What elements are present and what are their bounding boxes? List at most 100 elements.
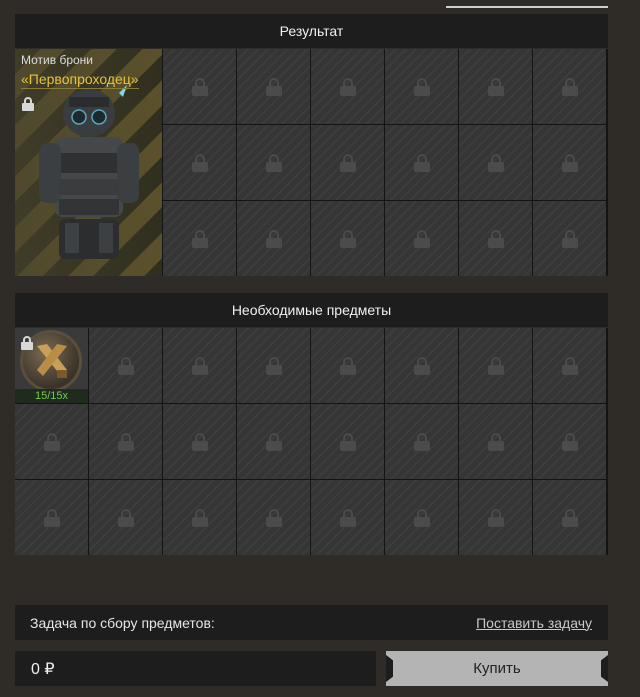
locked-slot — [163, 328, 236, 403]
locked-slot — [237, 125, 310, 200]
set-task-link[interactable]: Поставить задачу — [476, 615, 592, 631]
lock-icon — [413, 432, 430, 451]
active-tab-indicator — [446, 6, 608, 8]
locked-slot — [311, 328, 384, 403]
lock-icon — [43, 432, 60, 451]
lock-icon — [191, 508, 208, 527]
locked-slot — [163, 49, 236, 124]
price-value: 0 ₽ — [31, 660, 55, 678]
task-label: Задача по сбору предметов: — [30, 614, 215, 631]
featured-item-name: «Первопроходец» — [21, 71, 139, 89]
crossed-tools-icon — [37, 344, 67, 378]
armor-icon — [39, 85, 139, 259]
lock-icon — [339, 356, 356, 375]
locked-slot — [311, 125, 384, 200]
result-featured-item[interactable]: Мотив брони «Первопроходец» — [15, 49, 162, 276]
lock-icon — [487, 432, 504, 451]
lock-icon — [413, 508, 430, 527]
result-header: Результат — [15, 14, 608, 48]
lock-icon — [191, 356, 208, 375]
lock-icon — [339, 508, 356, 527]
lock-icon — [339, 229, 356, 248]
buy-button-label: Купить — [473, 660, 521, 677]
lock-icon — [265, 508, 282, 527]
lock-icon — [339, 153, 356, 172]
locked-slot — [237, 201, 310, 276]
locked-slot — [237, 49, 310, 124]
lock-icon — [339, 432, 356, 451]
lock-icon — [21, 336, 33, 350]
locked-slot — [89, 404, 162, 479]
buy-button[interactable]: Купить — [386, 651, 608, 686]
locked-slot — [385, 49, 458, 124]
locked-slot — [163, 125, 236, 200]
locked-slot — [459, 125, 532, 200]
lock-icon — [487, 77, 504, 96]
locked-slot — [89, 328, 162, 403]
locked-slot — [385, 404, 458, 479]
lock-icon — [561, 153, 578, 172]
locked-slot — [533, 480, 606, 555]
locked-slot — [533, 201, 606, 276]
locked-slot — [163, 404, 236, 479]
lock-icon — [191, 153, 208, 172]
lock-icon — [487, 508, 504, 527]
locked-slot — [385, 125, 458, 200]
locked-slot — [533, 404, 606, 479]
lock-icon — [191, 432, 208, 451]
locked-slot — [533, 49, 606, 124]
required-header: Необходимые предметы — [15, 293, 608, 327]
lock-icon — [413, 77, 430, 96]
lock-icon — [43, 508, 60, 527]
locked-slot — [385, 480, 458, 555]
lock-icon — [265, 356, 282, 375]
locked-slot — [311, 404, 384, 479]
locked-slot — [89, 480, 162, 555]
lock-icon — [487, 153, 504, 172]
result-grid: Мотив брони «Первопроходец» — [15, 49, 608, 276]
lock-icon — [413, 229, 430, 248]
locked-slot — [163, 480, 236, 555]
lock-icon — [191, 229, 208, 248]
lock-icon — [265, 229, 282, 248]
locked-slot — [311, 49, 384, 124]
lock-icon — [265, 432, 282, 451]
lock-icon — [561, 229, 578, 248]
lock-icon — [265, 77, 282, 96]
result-title: Результат — [279, 23, 344, 39]
lock-icon — [339, 77, 356, 96]
required-item[interactable]: 15/15x — [15, 328, 88, 403]
lock-icon — [413, 153, 430, 172]
lock-icon — [117, 508, 134, 527]
lock-icon — [117, 356, 134, 375]
lock-icon — [561, 77, 578, 96]
required-title: Необходимые предметы — [231, 302, 392, 318]
locked-slot — [385, 201, 458, 276]
locked-slot — [459, 480, 532, 555]
lock-icon — [561, 356, 578, 375]
locked-slot — [385, 328, 458, 403]
locked-slot — [533, 328, 606, 403]
required-item-count: 15/15x — [15, 389, 88, 403]
lock-icon — [487, 356, 504, 375]
locked-slot — [237, 404, 310, 479]
locked-slot — [459, 328, 532, 403]
lock-icon — [265, 153, 282, 172]
locked-slot — [15, 404, 88, 479]
required-grid: 15/15x — [15, 328, 608, 555]
locked-slot — [237, 480, 310, 555]
lock-icon — [22, 97, 34, 111]
locked-slot — [459, 49, 532, 124]
locked-slot — [237, 328, 310, 403]
lock-icon — [561, 508, 578, 527]
locked-slot — [311, 480, 384, 555]
lock-icon — [191, 77, 208, 96]
locked-slot — [459, 404, 532, 479]
lock-icon — [413, 356, 430, 375]
featured-item-type: Мотив брони — [21, 53, 93, 67]
locked-slot — [459, 201, 532, 276]
locked-slot — [311, 201, 384, 276]
locked-slot — [163, 201, 236, 276]
price-display: 0 ₽ — [15, 651, 376, 686]
lock-icon — [561, 432, 578, 451]
